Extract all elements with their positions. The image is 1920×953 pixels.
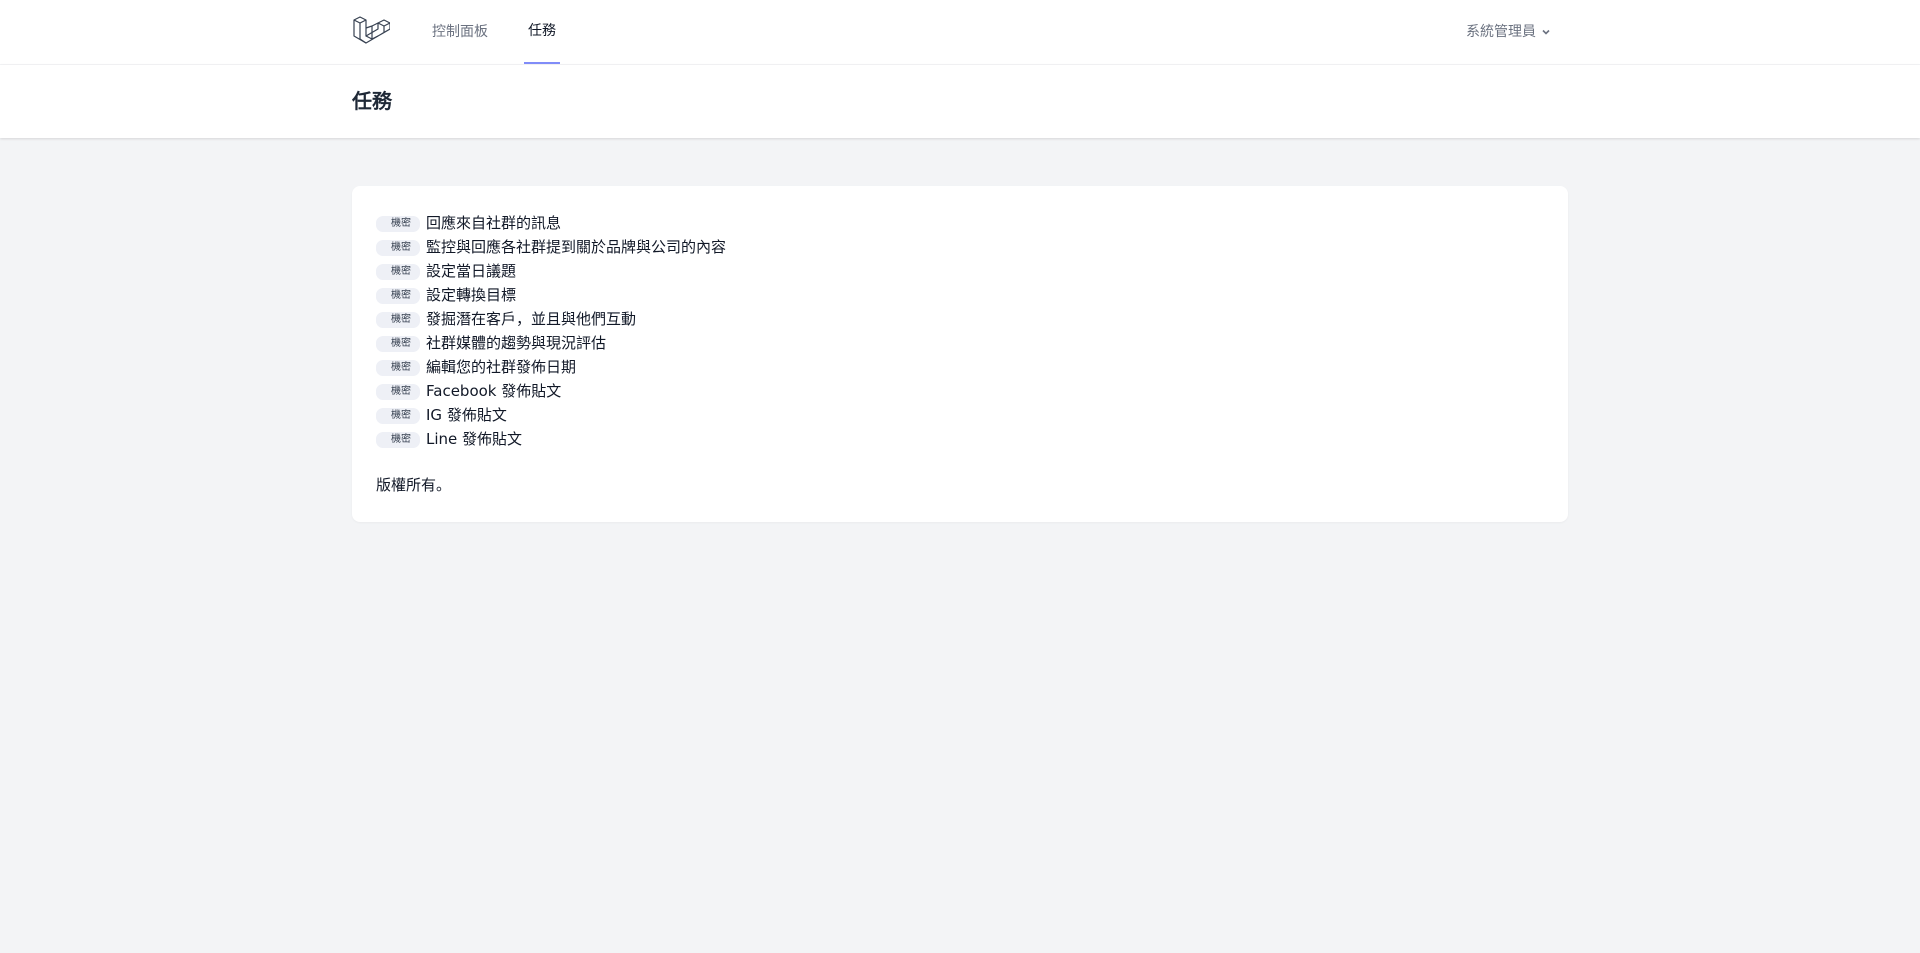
confidential-badge: 機密 <box>376 335 420 352</box>
task-item: 機密 社群媒體的趨勢與現況評估 <box>376 330 726 354</box>
confidential-badge: 機密 <box>376 263 420 280</box>
task-item: 機密 發掘潛在客戶，並且與他們互動 <box>376 306 726 330</box>
user-name: 系統管理員 <box>1466 24 1536 40</box>
nav-link-dashboard[interactable]: 控制面板 <box>432 0 488 64</box>
task-title: 設定轉換目標 <box>426 285 517 304</box>
confidential-badge: 機密 <box>376 311 420 328</box>
task-item: 機密 Line 發佈貼文 <box>376 426 726 450</box>
task-title: 社群媒體的趨勢與現況評估 <box>426 333 607 352</box>
confidential-badge: 機密 <box>376 287 420 304</box>
top-navigation: 控制面板 任務 系統管理員 <box>0 0 1920 65</box>
page-header: 任務 <box>0 65 1920 138</box>
confidential-badge: 機密 <box>376 407 420 424</box>
task-title: IG 發佈貼文 <box>426 405 507 424</box>
task-item: 機密 監控與回應各社群提到關於品牌與公司的內容 <box>376 234 726 258</box>
task-item: 機密 設定當日議題 <box>376 258 726 282</box>
tasks-card: 機密 回應來自社群的訊息 機密 監控與回應各社群提到關於品牌與公司的內容 機密 … <box>352 186 1568 522</box>
confidential-badge: 機密 <box>376 359 420 376</box>
confidential-badge: 機密 <box>376 431 420 448</box>
task-title: Line 發佈貼文 <box>426 429 523 448</box>
user-menu-dropdown[interactable]: 系統管理員 <box>1466 0 1552 64</box>
task-title: Facebook 發佈貼文 <box>426 381 562 400</box>
confidential-badge: 機密 <box>376 383 420 400</box>
task-title: 設定當日議題 <box>426 261 517 280</box>
task-item: 機密 編輯您的社群發佈日期 <box>376 354 726 378</box>
confidential-badge: 機密 <box>376 215 420 232</box>
page-title: 任務 <box>352 89 392 113</box>
task-list: 機密 回應來自社群的訊息 機密 監控與回應各社群提到關於品牌與公司的內容 機密 … <box>376 210 726 450</box>
task-item: 機密 設定轉換目標 <box>376 282 726 306</box>
task-item: 機密 回應來自社群的訊息 <box>376 210 726 234</box>
task-title: 發掘潛在客戶，並且與他們互動 <box>426 309 637 328</box>
confidential-badge: 機密 <box>376 239 420 256</box>
task-item: 機密 Facebook 發佈貼文 <box>376 378 726 402</box>
chevron-down-icon <box>1540 26 1552 38</box>
task-item: 機密 IG 發佈貼文 <box>376 402 726 426</box>
nav-link-tasks[interactable]: 任務 <box>524 0 560 64</box>
task-title: 回應來自社群的訊息 <box>426 213 562 232</box>
task-title: 監控與回應各社群提到關於品牌與公司的內容 <box>426 237 727 256</box>
laravel-logo-icon[interactable] <box>352 14 391 50</box>
copyright-text: 版權所有。 <box>376 476 452 494</box>
task-title: 編輯您的社群發佈日期 <box>426 357 577 376</box>
